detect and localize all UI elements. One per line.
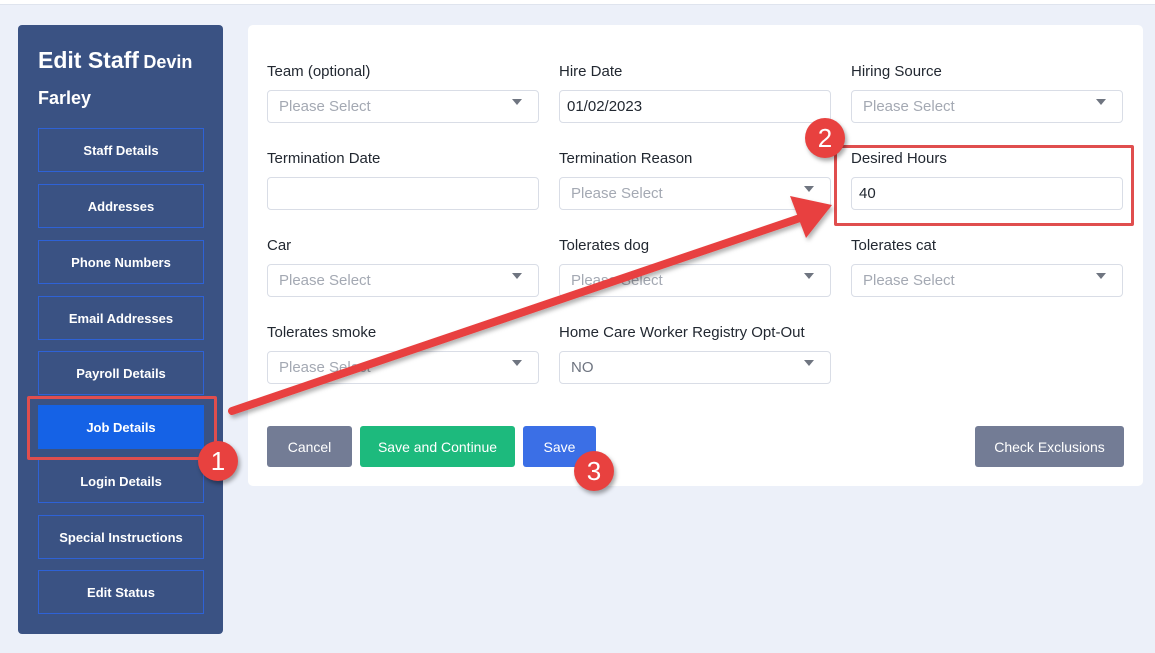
- step-1-badge: 1: [198, 441, 238, 481]
- termination-date-input[interactable]: [267, 177, 539, 210]
- step-3-badge: 3: [574, 451, 614, 491]
- top-bar: [0, 0, 1155, 5]
- desired-hours-highlight: [834, 145, 1134, 226]
- tolerates-cat-label: Tolerates cat: [851, 237, 937, 254]
- team-select[interactable]: Please Select: [267, 90, 539, 123]
- hire-date-input[interactable]: 01/02/2023: [559, 90, 831, 123]
- sidebar-item-addresses[interactable]: Addresses: [38, 184, 204, 228]
- chevron-down-icon: [1096, 99, 1106, 105]
- chevron-down-icon: [804, 186, 814, 192]
- registry-opt-out-label: Home Care Worker Registry Opt-Out: [559, 324, 805, 341]
- hiring-source-label: Hiring Source: [851, 63, 942, 80]
- tolerates-dog-select[interactable]: Please Select: [559, 264, 831, 297]
- tolerates-smoke-select[interactable]: Please Select: [267, 351, 539, 384]
- tolerates-cat-select[interactable]: Please Select: [851, 264, 1123, 297]
- termination-date-label: Termination Date: [267, 150, 381, 167]
- sidebar-item-login-details[interactable]: Login Details: [38, 459, 204, 503]
- hiring-source-placeholder: Please Select: [863, 98, 955, 115]
- termination-reason-placeholder: Please Select: [571, 185, 663, 202]
- hire-date-value: 01/02/2023: [567, 98, 643, 115]
- tolerates-smoke-placeholder: Please Select: [279, 359, 371, 376]
- chevron-down-icon: [804, 273, 814, 279]
- sidebar-item-edit-status[interactable]: Edit Status: [38, 570, 204, 614]
- chevron-down-icon: [512, 273, 522, 279]
- chevron-down-icon: [1096, 273, 1106, 279]
- cancel-button[interactable]: Cancel: [267, 426, 352, 467]
- chevron-down-icon: [512, 99, 522, 105]
- sidebar-title: Edit Staff Devin Farley: [38, 43, 213, 117]
- termination-reason-select[interactable]: Please Select: [559, 177, 831, 210]
- tolerates-dog-placeholder: Please Select: [571, 272, 663, 289]
- chevron-down-icon: [804, 360, 814, 366]
- tolerates-dog-label: Tolerates dog: [559, 237, 650, 254]
- team-placeholder: Please Select: [279, 98, 371, 115]
- car-placeholder: Please Select: [279, 272, 371, 289]
- job-details-highlight: [27, 396, 217, 460]
- car-label: Car: [267, 237, 292, 254]
- hire-date-label: Hire Date: [559, 63, 623, 80]
- car-select[interactable]: Please Select: [267, 264, 539, 297]
- sidebar-item-payroll-details[interactable]: Payroll Details: [38, 351, 204, 395]
- sidebar-item-staff-details[interactable]: Staff Details: [38, 128, 204, 172]
- save-and-continue-button[interactable]: Save and Continue: [360, 426, 515, 467]
- check-exclusions-button[interactable]: Check Exclusions: [975, 426, 1124, 467]
- registry-opt-out-select[interactable]: NO: [559, 351, 831, 384]
- termination-reason-label: Termination Reason: [559, 150, 693, 167]
- sidebar-item-email-addresses[interactable]: Email Addresses: [38, 296, 204, 340]
- edit-staff-heading: Edit Staff: [38, 47, 139, 73]
- registry-opt-out-value: NO: [571, 359, 594, 376]
- job-details-card: Team (optional) Please Select Hire Date …: [248, 25, 1143, 486]
- sidebar: Edit Staff Devin Farley Staff Details Ad…: [18, 25, 223, 634]
- team-label: Team (optional): [267, 63, 371, 80]
- step-2-badge: 2: [805, 118, 845, 158]
- chevron-down-icon: [512, 360, 522, 366]
- hiring-source-select[interactable]: Please Select: [851, 90, 1123, 123]
- sidebar-item-phone-numbers[interactable]: Phone Numbers: [38, 240, 204, 284]
- tolerates-smoke-label: Tolerates smoke: [267, 324, 377, 341]
- tolerates-cat-placeholder: Please Select: [863, 272, 955, 289]
- sidebar-item-special-instructions[interactable]: Special Instructions: [38, 515, 204, 559]
